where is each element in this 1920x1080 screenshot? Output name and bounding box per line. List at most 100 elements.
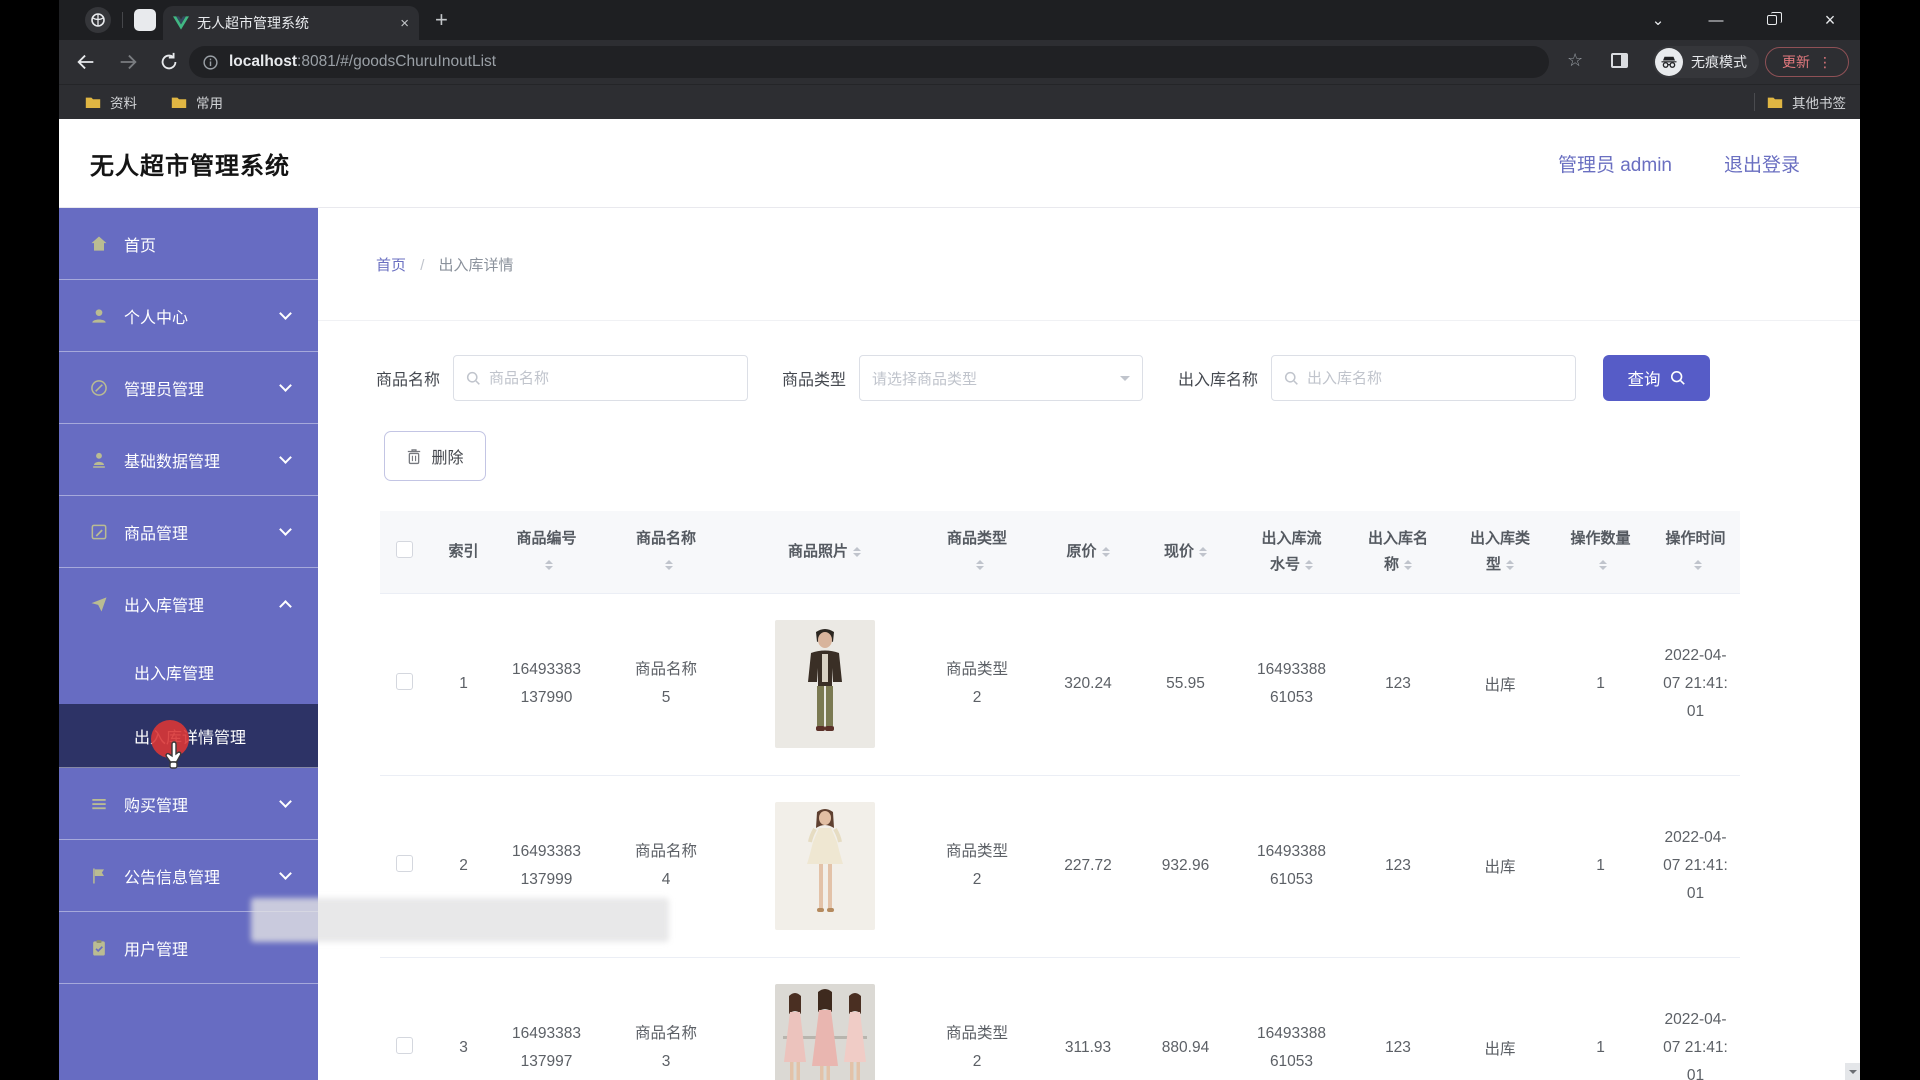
incognito-badge[interactable]: 无痕模式 xyxy=(1653,46,1759,78)
sidebar-subitem-label: 出入库管理 xyxy=(134,660,214,684)
address-bar[interactable]: localhost:8081/#/goodsChuruInoutList xyxy=(189,46,1549,78)
row-checkbox[interactable] xyxy=(396,855,413,872)
row-checkbox[interactable] xyxy=(396,1037,413,1054)
search-icon xyxy=(466,371,481,386)
admin-user-label: 管理员 admin xyxy=(1558,150,1672,177)
base-data-icon xyxy=(89,450,109,470)
reload-icon[interactable] xyxy=(158,51,180,73)
chevron-down-icon xyxy=(279,451,292,464)
goods-name-input[interactable] xyxy=(489,370,735,387)
col-time[interactable]: 操作时间 xyxy=(1651,511,1740,593)
sort-icon[interactable] xyxy=(1199,547,1207,557)
sort-icon[interactable] xyxy=(665,560,673,570)
restore-button[interactable] xyxy=(1757,0,1787,40)
inout-detail-table: 索引 商品编号 商品名称 商品照片 商品类型 原价 现价 出入库流水号 出入库名… xyxy=(380,511,1740,1080)
col-index: 索引 xyxy=(429,511,498,593)
sidebar-item-purchase-management[interactable]: 购买管理 xyxy=(59,768,318,840)
sidebar-item-base-data[interactable]: 基础数据管理 xyxy=(59,424,318,496)
sort-icon[interactable] xyxy=(1102,547,1110,557)
sidebar-item-label: 购买管理 xyxy=(124,792,188,816)
col-inout-type[interactable]: 出入库类型 xyxy=(1450,511,1550,593)
update-button[interactable]: 更新 ⋮ xyxy=(1765,47,1849,77)
back-icon[interactable] xyxy=(75,51,97,73)
table-header-row: 索引 商品编号 商品名称 商品照片 商品类型 原价 现价 出入库流水号 出入库名… xyxy=(380,511,1740,593)
url-path: :8081/#/goodsChuruInoutList xyxy=(297,53,496,70)
kebab-menu-icon[interactable]: ⋮ xyxy=(1818,54,1832,71)
active-tab[interactable]: 无人超市管理系统 × xyxy=(163,6,419,40)
col-original-price[interactable]: 原价 xyxy=(1042,511,1134,593)
col-goods-photo[interactable]: 商品照片 xyxy=(737,511,912,593)
sidebar-item-inout-management[interactable]: 出入库管理 xyxy=(59,568,318,640)
clipboard-check-icon xyxy=(89,938,109,958)
tab-search-icon[interactable]: ⌄ xyxy=(1643,0,1673,40)
sort-icon[interactable] xyxy=(853,547,861,557)
select-all-header[interactable] xyxy=(380,511,429,593)
side-panel-icon[interactable] xyxy=(1611,53,1628,68)
minimize-button[interactable]: — xyxy=(1701,0,1731,40)
col-goods-type[interactable]: 商品类型 xyxy=(912,511,1042,593)
delete-button-label: 删除 xyxy=(431,444,463,468)
new-tab-button[interactable]: + xyxy=(435,6,448,34)
tab-separator xyxy=(122,12,123,28)
trash-icon xyxy=(406,448,422,465)
sort-icon[interactable] xyxy=(545,560,553,570)
logout-link[interactable]: 退出登录 xyxy=(1724,150,1800,177)
col-inout-name[interactable]: 出入库名称 xyxy=(1346,511,1450,593)
bookmark-folder-changyong[interactable]: 常用 xyxy=(171,92,223,112)
sidebar-item-label: 用户管理 xyxy=(124,936,188,960)
col-quantity[interactable]: 操作数量 xyxy=(1550,511,1651,593)
other-bookmarks[interactable]: 其他书签 xyxy=(1767,92,1846,112)
goods-type-select[interactable]: 请选择商品类型 xyxy=(859,355,1143,401)
product-photo-three-women-pink-dress xyxy=(775,984,875,1080)
sidebar-item-label: 基础数据管理 xyxy=(124,448,220,472)
sidebar-item-admin-management[interactable]: 管理员管理 xyxy=(59,352,318,424)
delete-button[interactable]: 删除 xyxy=(384,431,486,481)
url-text[interactable]: localhost:8081/#/goodsChuruInoutList xyxy=(229,53,496,71)
col-serial-no[interactable]: 出入库流水号 xyxy=(1237,511,1346,593)
select-all-checkbox[interactable] xyxy=(396,541,413,558)
chevron-up-icon xyxy=(279,600,292,613)
vue-logo-icon xyxy=(173,16,189,30)
sidebar-item-goods-management[interactable]: 商品管理 xyxy=(59,496,318,568)
breadcrumb-home[interactable]: 首页 xyxy=(376,257,406,274)
sidebar-item-label: 管理员管理 xyxy=(124,376,204,400)
info-icon[interactable] xyxy=(202,54,219,71)
sidebar-item-home[interactable]: 首页 xyxy=(59,208,318,280)
chevron-down-icon xyxy=(279,867,292,880)
bookmark-folder-ziliao[interactable]: 资料 xyxy=(85,92,137,112)
bookmark-label: 资料 xyxy=(110,92,137,112)
tab-title: 无人超市管理系统 xyxy=(197,13,392,33)
sort-icon[interactable] xyxy=(1305,560,1313,570)
filter-bar: 商品名称 商品类型 请选择商品类型 出入库名称 查询 xyxy=(376,355,1860,401)
inout-name-input[interactable] xyxy=(1307,370,1563,387)
sort-icon[interactable] xyxy=(1506,560,1514,570)
tab-close-icon[interactable]: × xyxy=(400,15,409,32)
sidebar-item-label: 出入库管理 xyxy=(124,592,204,616)
main-content: 首页 / 出入库详情 商品名称 商品类型 请选择商品类型 出入库名称 xyxy=(318,208,1860,1080)
pinned-tab-globe-icon[interactable] xyxy=(85,7,111,33)
browser-toolbar: localhost:8081/#/goodsChuruInoutList ☆ 无… xyxy=(59,40,1860,84)
bookmark-star-icon[interactable]: ☆ xyxy=(1567,50,1583,71)
sort-icon[interactable] xyxy=(1404,560,1412,570)
sidebar-item-personal-center[interactable]: 个人中心 xyxy=(59,280,318,352)
product-photo-woman-cream-dress xyxy=(775,802,875,930)
close-button[interactable]: × xyxy=(1815,0,1845,40)
chevron-down-icon xyxy=(279,379,292,392)
scrollbar-down-arrow[interactable] xyxy=(1845,1063,1860,1080)
col-goods-name[interactable]: 商品名称 xyxy=(595,511,737,593)
search-button[interactable]: 查询 xyxy=(1603,355,1710,401)
sort-icon[interactable] xyxy=(1694,560,1702,570)
col-current-price[interactable]: 现价 xyxy=(1134,511,1237,593)
sidebar-subitem-inout-management[interactable]: 出入库管理 xyxy=(59,640,318,704)
user-icon xyxy=(89,306,109,326)
restore-icon xyxy=(1767,15,1777,25)
forward-icon[interactable] xyxy=(117,51,139,73)
col-goods-no[interactable]: 商品编号 xyxy=(498,511,595,593)
sort-icon[interactable] xyxy=(976,560,984,570)
sort-icon[interactable] xyxy=(1599,560,1607,570)
mouse-cursor-icon xyxy=(162,741,188,771)
blurred-watermark xyxy=(251,898,669,942)
sidebar-item-label: 公告信息管理 xyxy=(124,864,220,888)
pinned-tab-favicon[interactable] xyxy=(134,9,156,31)
row-checkbox[interactable] xyxy=(396,673,413,690)
